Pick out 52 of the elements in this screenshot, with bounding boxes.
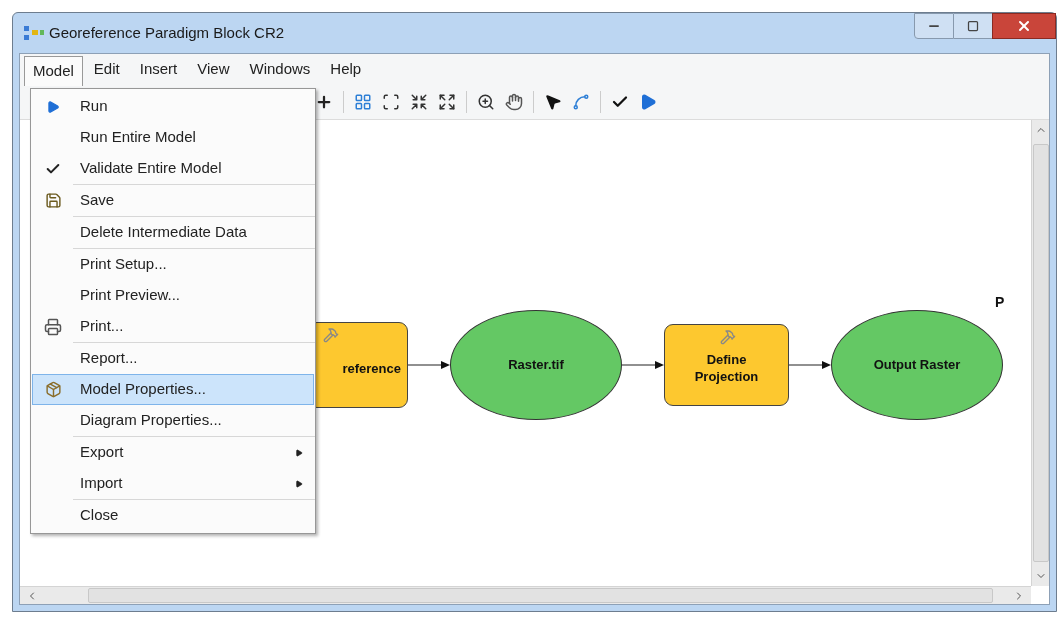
model-icon [23,25,45,41]
menu-item[interactable]: Print Preview... [32,280,314,311]
close-icon [1016,18,1032,34]
canvas-label: P [995,293,1005,312]
menu-title[interactable]: Windows [240,56,320,82]
connector-arrow [622,361,664,369]
menu-item[interactable]: Run Entire Model [32,122,314,153]
horizontal-scrollbar[interactable] [20,586,1031,604]
menu-item[interactable]: Export [32,437,314,468]
menu-item[interactable]: Save [32,185,314,216]
shrink-icon[interactable] [410,92,428,111]
close-button[interactable] [992,13,1056,39]
printer-icon [44,317,62,336]
menu-title[interactable]: Model [24,55,83,86]
menu-item[interactable]: Print Setup... [32,249,314,280]
hammer-icon [323,327,339,343]
run-icon[interactable] [639,92,657,111]
box-icon [44,381,62,398]
data-ellipse: Output Raster [831,310,1003,420]
hand-icon[interactable] [505,92,523,111]
menu-item[interactable]: Import [32,468,314,499]
window-title: Georeference Paradigm Block CR2 [49,22,285,43]
vertical-scrollbar[interactable] [1031,120,1049,586]
data-ellipse: Raster.tif [450,310,622,420]
run-icon [46,99,60,114]
menu-title[interactable]: View [188,56,239,82]
menu-title[interactable]: Edit [84,56,129,82]
grid-icon[interactable] [354,92,372,111]
scroll-thumb[interactable] [88,588,993,603]
zoom-in-icon[interactable] [477,92,495,111]
menu-item[interactable]: Run [32,91,314,122]
menu-item[interactable]: Validate Entire Model [32,153,314,184]
extent-icon[interactable] [382,92,400,111]
save-icon [44,192,62,209]
connector-arrow [408,361,450,369]
connect-icon[interactable] [572,92,590,111]
maximize-button[interactable] [954,13,992,39]
menu-item[interactable]: Close [32,500,314,531]
submenu-arrow-icon [295,448,303,457]
menu-title[interactable]: Help [321,56,371,82]
menu-title[interactable]: Insert [130,56,187,82]
menu-item[interactable]: Model Properties... [32,374,314,405]
maximize-icon [967,20,979,32]
pointer-icon[interactable] [544,92,562,111]
menu-item[interactable]: Diagram Properties... [32,405,314,436]
hammer-icon [720,329,736,345]
connector-arrow [789,361,831,369]
expand-icon[interactable] [438,92,456,111]
tool-box: Define Projection [664,324,789,406]
submenu-arrow-icon [295,479,303,488]
menu-item[interactable]: Delete Intermediate Data [32,217,314,248]
scroll-thumb[interactable] [1032,144,1049,562]
